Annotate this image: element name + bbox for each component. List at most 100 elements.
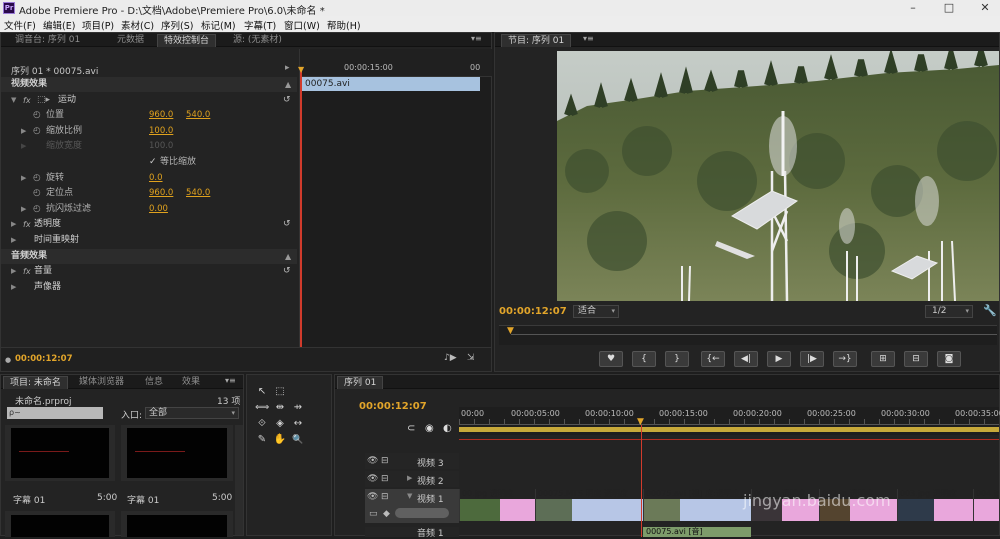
stopwatch-icon[interactable]: ◴ xyxy=(33,186,41,201)
zoom-tool-icon[interactable]: 🔍 xyxy=(291,433,305,447)
stopwatch-icon[interactable]: ◴ xyxy=(33,202,41,217)
clip[interactable]: 004.jp xyxy=(973,489,999,521)
razor-tool-icon[interactable]: ⟐ xyxy=(255,417,269,431)
step-forward-button[interactable]: |▶ xyxy=(800,351,824,367)
clip[interactable]: 00075.MTS 明度 透明度 xyxy=(535,489,643,521)
mark-in-button[interactable]: { xyxy=(632,351,656,367)
video-track-1[interactable]: 00.jpg 透明度 00075.MTS 明度 透明度 00075.avi [视… xyxy=(459,489,999,523)
program-scrubber[interactable]: ▼ xyxy=(499,325,997,345)
menu-title[interactable]: 字幕(T) xyxy=(244,18,276,32)
fx-icon[interactable]: fx xyxy=(23,93,31,108)
playhead-marker-icon[interactable]: ▼ xyxy=(507,326,514,336)
display-style-icon[interactable]: ▭ xyxy=(369,509,378,519)
stopwatch-icon[interactable]: ◴ xyxy=(33,171,41,186)
collapse-icon[interactable]: ▲ xyxy=(285,252,291,261)
timeline-ruler[interactable]: 00:00 00:00:05:00 00:00:10:00 00:00:15:0… xyxy=(459,407,1000,435)
close-icon[interactable]: ✕ xyxy=(967,0,1000,16)
expand-icon[interactable]: ▶ xyxy=(11,233,16,248)
tab-program[interactable]: 节目: 序列 01 xyxy=(501,34,572,47)
keyframe-icon[interactable]: ◆ xyxy=(383,509,390,519)
position-y-value[interactable]: 540.0 xyxy=(186,108,210,123)
collapse-arrow-icon[interactable]: ▸ xyxy=(285,63,290,73)
expand-icon[interactable]: ▶ xyxy=(11,217,16,232)
collapse-icon[interactable]: ▲ xyxy=(285,80,291,89)
export-frame-button[interactable]: ◙ xyxy=(937,351,961,367)
reset-icon[interactable]: ↺ xyxy=(283,93,291,108)
ripple-edit-tool-icon[interactable]: ⟺ xyxy=(255,401,269,415)
slip-tool-icon[interactable]: ◈ xyxy=(273,417,287,431)
program-timecode[interactable]: 00:00:12:07 xyxy=(499,306,567,317)
eye-icon[interactable]: 👁 xyxy=(367,492,378,502)
fx-icon[interactable]: fx xyxy=(23,264,31,279)
playhead-marker-icon[interactable]: ▼ xyxy=(298,65,304,74)
resolution-dropdown[interactable]: 1/2 ▾ xyxy=(925,305,973,318)
fx-icon[interactable]: fx xyxy=(23,217,31,232)
panel-menu-icon[interactable]: ▾≡ xyxy=(583,34,594,43)
timeline-timecode[interactable]: 00:00:12:07 xyxy=(359,401,427,412)
menu-marker[interactable]: 标记(M) xyxy=(201,18,236,32)
menu-project[interactable]: 项目(P) xyxy=(82,18,114,32)
fit-dropdown[interactable]: 适合 ▾ xyxy=(573,305,619,318)
keyframe-nav-icon[interactable]: ◐ xyxy=(443,423,452,434)
tab-metadata[interactable]: 元数据 xyxy=(111,34,150,47)
tab-audio-mixer[interactable]: 调音台: 序列 01 xyxy=(9,34,86,47)
uniform-scale-checkbox[interactable]: ✓ xyxy=(149,155,157,170)
marker-icon[interactable]: ◉ xyxy=(425,423,434,434)
tab-project[interactable]: 项目: 未命名 xyxy=(3,376,68,389)
hand-tool-icon[interactable]: ✋ xyxy=(273,433,287,447)
collapse-icon[interactable]: ▼ xyxy=(407,492,412,500)
lift-button[interactable]: ⊞ xyxy=(871,351,895,367)
expand-icon[interactable]: ▶ xyxy=(21,124,26,139)
in-filter-dropdown[interactable]: 全部 ▾ xyxy=(145,407,239,419)
step-back-button[interactable]: ◀| xyxy=(734,351,758,367)
lock-icon[interactable]: ⊟ xyxy=(381,456,389,466)
tab-effects[interactable]: 效果 xyxy=(176,376,206,389)
stopwatch-icon[interactable]: ◴ xyxy=(33,108,41,123)
project-item[interactable] xyxy=(121,425,233,481)
reset-icon[interactable]: ↺ xyxy=(283,217,291,232)
slide-tool-icon[interactable]: ↔ xyxy=(291,417,305,431)
eye-icon[interactable]: 👁 xyxy=(367,456,378,466)
anchor-x-value[interactable]: 960.0 xyxy=(149,186,173,201)
menu-file[interactable]: 文件(F) xyxy=(4,18,36,32)
rolling-edit-tool-icon[interactable]: ⇹ xyxy=(273,401,287,415)
add-marker-button[interactable]: ♥ xyxy=(599,351,623,367)
anchor-y-value[interactable]: 540.0 xyxy=(186,186,210,201)
expand-icon[interactable]: ▶ xyxy=(11,264,16,279)
effect-timeline[interactable]: ▼ 00:00:15:00 00 00075.avi xyxy=(298,49,492,357)
minimize-icon[interactable]: – xyxy=(895,0,931,16)
work-area-bar[interactable] xyxy=(459,427,999,432)
effect-timecode[interactable]: 00:00:12:07 xyxy=(15,354,73,364)
go-to-in-button[interactable]: {← xyxy=(701,351,725,367)
maximize-icon[interactable]: □ xyxy=(931,0,967,16)
lock-icon[interactable]: ⊟ xyxy=(381,492,389,502)
selection-tool-icon[interactable]: ↖ xyxy=(255,385,269,399)
play-button[interactable]: ▶ xyxy=(767,351,791,367)
keyframe-navigator[interactable] xyxy=(395,508,449,518)
panel-menu-icon[interactable]: ▾≡ xyxy=(225,376,236,385)
clip[interactable]: 003.jpg 透明度 xyxy=(897,489,973,521)
timeline-playhead[interactable] xyxy=(641,425,642,537)
expand-icon[interactable]: ▶ xyxy=(21,202,26,217)
menu-sequence[interactable]: 序列(S) xyxy=(161,18,193,32)
project-item[interactable] xyxy=(5,425,115,481)
track-select-tool-icon[interactable]: ⬚ xyxy=(273,385,287,399)
clip[interactable]: 00075.avi [视] 度:透明度 xyxy=(643,489,751,521)
expand-icon[interactable]: ▶ xyxy=(407,474,412,482)
tab-sequence[interactable]: 序列 01 xyxy=(337,376,384,389)
snap-icon[interactable]: ⊂ xyxy=(407,423,415,434)
scale-value[interactable]: 100.0 xyxy=(149,124,173,139)
extract-button[interactable]: ⊟ xyxy=(904,351,928,367)
search-input[interactable]: ρ~ xyxy=(7,407,103,419)
playhead-line[interactable] xyxy=(300,67,302,347)
motion-transform-icon[interactable]: ⬚▸ xyxy=(37,93,50,108)
clip[interactable]: 00.jpg 透明度 xyxy=(459,489,535,521)
rotation-value[interactable]: 0.0 xyxy=(149,171,163,186)
menu-edit[interactable]: 编辑(E) xyxy=(43,18,75,32)
menu-window[interactable]: 窗口(W) xyxy=(284,18,320,32)
go-to-out-button[interactable]: →} xyxy=(833,351,857,367)
expand-icon[interactable]: ▼ xyxy=(11,93,16,108)
rate-stretch-tool-icon[interactable]: ⇸ xyxy=(291,401,305,415)
menu-clip[interactable]: 素材(C) xyxy=(121,18,154,32)
scrollbar[interactable] xyxy=(235,425,243,535)
